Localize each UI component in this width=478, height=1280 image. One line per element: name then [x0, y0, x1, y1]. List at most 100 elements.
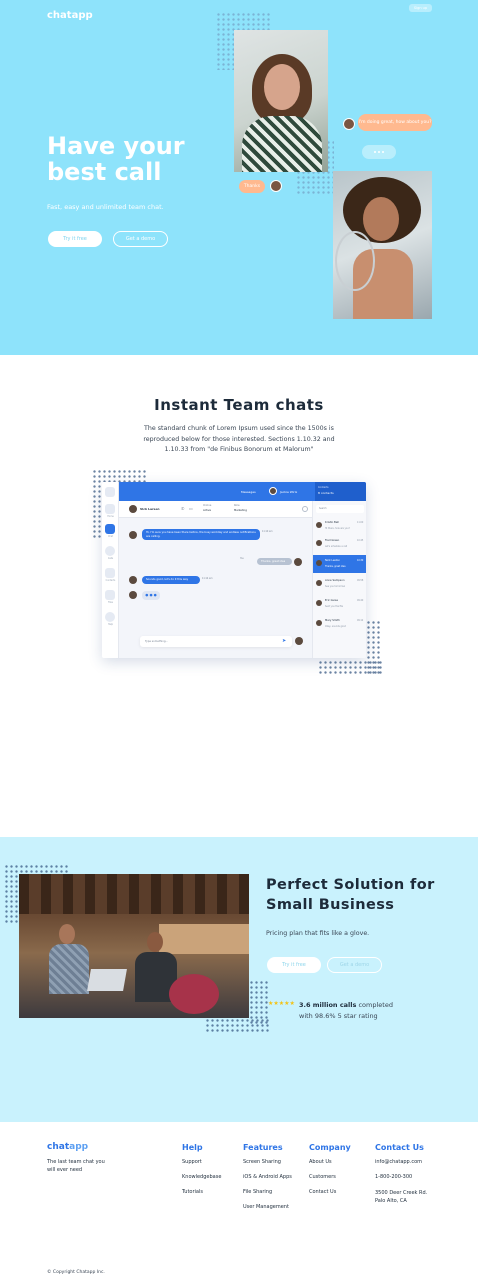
- contact-search-input[interactable]: Search: [316, 505, 364, 513]
- photo-face-shape: [264, 64, 300, 110]
- business-title: Perfect Solution for Small Business: [266, 875, 456, 915]
- chat-bubble-small: Thanks: [239, 180, 265, 193]
- app-topbar: Messages Jackie Wirix Contacts 8 contact…: [119, 482, 366, 501]
- contacts-icon[interactable]: [105, 568, 115, 578]
- avatar: [295, 637, 303, 645]
- help-icon[interactable]: [105, 612, 115, 622]
- business-title-line1: Perfect Solution for: [266, 877, 435, 893]
- send-icon[interactable]: ➤: [282, 638, 286, 644]
- contact-time: 10:45: [357, 539, 364, 542]
- rating-text: 3.6 million calls completed with 98.6% 5…: [299, 1000, 449, 1022]
- footer-link[interactable]: User Management: [243, 1204, 289, 1210]
- chat-bubble-question: I'm doing great, how about you?: [358, 114, 432, 131]
- sidebar-label: Calls: [107, 557, 114, 560]
- footer-heading-company: Company: [309, 1143, 351, 1152]
- footer-tagline: The last team chat you will ever need: [47, 1159, 105, 1173]
- contact-item-active[interactable]: Nick Leston Thanks, great idea 10:30: [313, 555, 366, 573]
- topbar-contacts-count: 8 contacts: [318, 491, 334, 495]
- get-demo-button[interactable]: Get a demo: [113, 231, 168, 247]
- contact-preview: Okay, sounds good: [325, 625, 346, 628]
- rating-highlight: 3.6 million calls: [299, 1001, 357, 1009]
- menu-icon[interactable]: [105, 487, 115, 497]
- footer-link[interactable]: Tutorials: [182, 1189, 203, 1195]
- photo-chair-shape: [169, 974, 219, 1014]
- footer-phone-link[interactable]: 1-800-200-300: [375, 1174, 412, 1180]
- office-team-photo: [19, 874, 249, 1018]
- more-icon[interactable]: [302, 506, 308, 512]
- brand-logo[interactable]: chatapp: [47, 10, 93, 21]
- contact-item[interactable]: Anne Sampson See you tomorrow 09:58: [313, 575, 366, 593]
- footer-link[interactable]: Contact Us: [309, 1189, 336, 1195]
- chat-icon[interactable]: [105, 524, 115, 534]
- chat-meta-label: Online: [203, 504, 212, 507]
- avatar: [129, 531, 137, 539]
- brand-logo-right: app: [71, 10, 93, 21]
- message-composer[interactable]: Type something... ➤: [140, 636, 292, 647]
- footer-link[interactable]: File Sharing: [243, 1189, 272, 1195]
- dot-pattern: [205, 1018, 269, 1034]
- typing-dot: [382, 151, 384, 153]
- avatar: [316, 600, 322, 606]
- contact-item[interactable]: Fred Green Let's schedule a call 10:45: [313, 535, 366, 553]
- sidebar-label: Contacts: [105, 579, 116, 582]
- photo-face-shape: [363, 197, 399, 241]
- footer-logo-right: app: [69, 1142, 89, 1152]
- contact-preview: Thanks, great idea: [325, 565, 346, 568]
- contact-item[interactable]: Eric Guise Sent you the file 09:40: [313, 595, 366, 613]
- contact-time: 09:58: [357, 579, 364, 582]
- topbar-contacts-title: Contacts: [318, 486, 329, 489]
- composer-placeholder: Type something...: [145, 640, 168, 643]
- get-demo-button[interactable]: Get a demo: [327, 957, 382, 973]
- footer-link[interactable]: About Us: [309, 1159, 332, 1165]
- typing-indicator-bubble: [362, 145, 396, 159]
- footer-email-link[interactable]: info@chatapp.com: [375, 1159, 422, 1165]
- chat-header: Vick Larsen ✆ ▭ Online Active Role Marke…: [119, 501, 312, 518]
- hero-title: Have your best call: [47, 133, 217, 185]
- smiling-woman-photo: [333, 171, 432, 319]
- business-title-line2: Small Business: [266, 897, 395, 913]
- contact-time: 09:40: [357, 599, 364, 602]
- sidebar-label: Home: [107, 515, 114, 518]
- footer-logo-left: chat: [47, 1142, 70, 1152]
- footer-link[interactable]: iOS & Android Apps: [243, 1174, 292, 1180]
- avatar: [316, 620, 322, 626]
- footer-link[interactable]: Knowledgebase: [182, 1174, 221, 1180]
- try-free-button[interactable]: Try it free: [48, 231, 102, 247]
- typing-indicator: ● ● ●: [142, 591, 160, 600]
- chat-app-mockup: Home Chat Calls Contacts Files Help Mess…: [102, 482, 366, 658]
- rating-line2: with 98.6% 5 star rating: [299, 1012, 378, 1020]
- footer-heading-help: Help: [182, 1143, 203, 1152]
- footer-logo[interactable]: chatapp: [47, 1142, 88, 1152]
- topbar-messages-label[interactable]: Messages: [241, 490, 256, 494]
- try-free-button[interactable]: Try it free: [267, 957, 321, 973]
- section-description: The standard chunk of Lorem Ipsum used s…: [143, 425, 335, 453]
- phone-icon[interactable]: ✆: [181, 506, 184, 511]
- contact-time: 10:30: [357, 559, 364, 562]
- footer-link[interactable]: Screen Sharing: [243, 1159, 281, 1165]
- footer-link[interactable]: Support: [182, 1159, 202, 1165]
- files-icon[interactable]: [105, 590, 115, 600]
- sidebar-label: Help: [108, 623, 113, 626]
- calls-icon[interactable]: [105, 546, 115, 556]
- app-sidebar: Home Chat Calls Contacts Files Help: [102, 482, 119, 658]
- contact-item[interactable]: Mary Smith Okay, sounds good 09:12: [313, 615, 366, 633]
- incoming-message: Sounds good, let's do it this way: [142, 576, 200, 584]
- video-icon[interactable]: ▭: [189, 506, 193, 511]
- contact-item[interactable]: Kristin Bell Hi there, how are you? 11:0…: [313, 517, 366, 535]
- chat-meta-value: Active: [203, 509, 212, 512]
- topbar-contacts-panel: Contacts 8 contacts: [315, 482, 366, 501]
- home-icon[interactable]: [105, 504, 115, 514]
- footer-link[interactable]: Customers: [309, 1174, 336, 1180]
- section-title: Instant Team chats: [154, 396, 324, 414]
- photo-table-shape: [159, 924, 249, 954]
- signup-button[interactable]: Sign up: [409, 4, 432, 12]
- photo-person-body: [49, 944, 89, 994]
- contact-name: Anne Sampson: [325, 579, 345, 582]
- photo-laptop-shape: [87, 969, 127, 991]
- sidebar-label: Files: [108, 601, 113, 604]
- footer-address: 3500 Deer Creek Rd. Palo Alto, CA: [375, 1190, 428, 1204]
- avatar: [294, 558, 302, 566]
- topbar-user-name[interactable]: Jackie Wirix: [280, 490, 297, 494]
- avatar: [316, 560, 322, 566]
- sidebar-label: Chat: [107, 535, 114, 538]
